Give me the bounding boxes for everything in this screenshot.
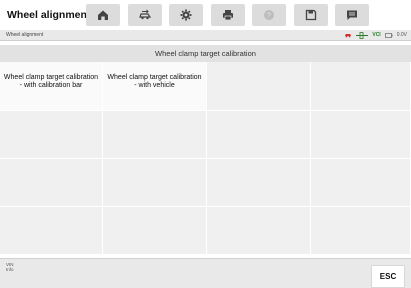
empty-cell <box>311 62 411 111</box>
empty-cell <box>0 159 103 207</box>
vehicle-swap-button[interactable] <box>127 4 162 26</box>
help-icon: ? <box>262 8 276 22</box>
connection-icon <box>356 31 369 39</box>
toolbar: ? <box>82 4 377 26</box>
voltage-readout: 0.0V <box>396 32 407 38</box>
option-label: Wheel clamp target calibration - with ca… <box>3 74 99 89</box>
battery-icon <box>384 32 393 38</box>
save-icon <box>304 8 318 22</box>
app-title: Wheel alignment <box>7 9 91 21</box>
breadcrumb: Wheel alignment <box>6 32 44 38</box>
empty-cell <box>207 159 311 207</box>
empty-cell <box>207 111 311 159</box>
option-calibration-bar[interactable]: Wheel clamp target calibration - with ca… <box>0 62 103 111</box>
home-icon <box>96 8 110 22</box>
empty-cell <box>103 159 207 207</box>
gear-icon <box>179 8 193 22</box>
option-label: Wheel clamp target calibration - with ve… <box>107 74 202 89</box>
info-label: Info <box>6 267 14 272</box>
print-button[interactable] <box>210 4 245 26</box>
vehicle-info: VIN Info <box>6 262 14 272</box>
empty-cell <box>311 207 411 255</box>
save-button[interactable] <box>293 4 328 26</box>
empty-cell <box>103 111 207 159</box>
message-icon <box>345 8 359 22</box>
car-status-icon <box>344 32 352 38</box>
function-grid: Wheel clamp target calibration - with ca… <box>0 62 411 255</box>
bottom-bar: VIN Info ESC <box>0 258 411 288</box>
vehicle-swap-icon <box>138 8 152 22</box>
help-button[interactable]: ? <box>252 4 286 26</box>
top-bar: Wheel alignment ? <box>0 0 411 30</box>
empty-cell <box>0 207 103 255</box>
section-title: Wheel clamp target calibration <box>0 45 411 62</box>
empty-cell <box>311 111 411 159</box>
printer-icon <box>221 8 235 22</box>
esc-button[interactable]: ESC <box>371 265 405 288</box>
vci-badge: VCI <box>372 32 381 38</box>
option-with-vehicle[interactable]: Wheel clamp target calibration - with ve… <box>103 62 207 111</box>
svg-text:?: ? <box>267 13 271 20</box>
empty-cell <box>207 207 311 255</box>
empty-cell <box>0 111 103 159</box>
home-button[interactable] <box>86 4 120 26</box>
status-bar: Wheel alignment VCI 0.0V <box>0 30 411 41</box>
message-button[interactable] <box>335 4 369 26</box>
empty-cell <box>103 207 207 255</box>
empty-cell <box>311 159 411 207</box>
empty-cell <box>207 62 311 111</box>
status-icons: VCI 0.0V <box>340 31 411 39</box>
settings-button[interactable] <box>169 4 203 26</box>
